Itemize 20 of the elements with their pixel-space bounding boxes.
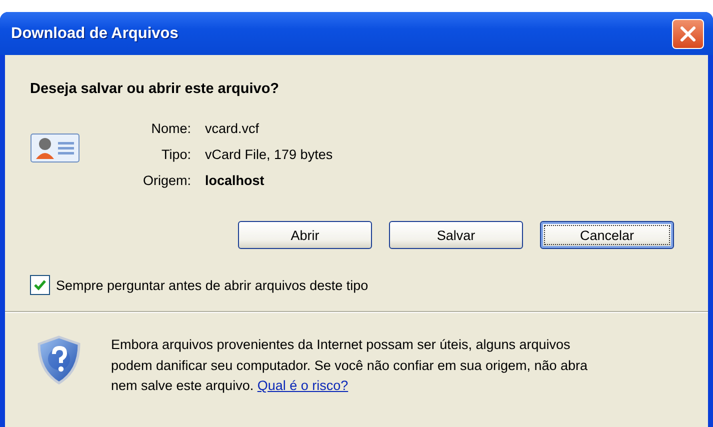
field-label: Tipo:	[160, 147, 192, 162]
dialog-button[interactable]: Salvar	[389, 221, 523, 249]
dialog-button[interactable]: Abrir	[238, 221, 372, 249]
checkbox-label[interactable]: Sempre perguntar antes de abrir arquivos deste tipo	[56, 278, 368, 292]
warning-text: Embora arquivos provenientes da Internet possam ser úteis, alguns arquivos podem danificar seu computador. Se você não confiar em sua origem, não abra nem salve este arquivo. Qual é o risco?	[111, 336, 589, 395]
window-title: Download de Arquivos	[11, 24, 178, 42]
close-button[interactable]	[672, 18, 704, 48]
check-icon	[33, 278, 47, 292]
close-icon	[679, 24, 697, 42]
dialog-button[interactable]: Cancelar	[540, 221, 674, 249]
question-text: Deseja salvar ou abrir este arquivo?	[30, 81, 280, 97]
field-value: localhost	[205, 173, 266, 188]
field-label: Nome:	[150, 121, 192, 136]
checkbox[interactable]	[30, 275, 50, 295]
field-label: Origem:	[143, 173, 192, 188]
risk-link[interactable]: Qual é o risco?	[257, 378, 348, 393]
field-value: vcard.vcf	[205, 121, 260, 136]
field-value: vCard File, 179 bytes	[205, 147, 333, 162]
shield-question-icon	[35, 335, 83, 385]
contact-card-icon	[30, 133, 80, 163]
